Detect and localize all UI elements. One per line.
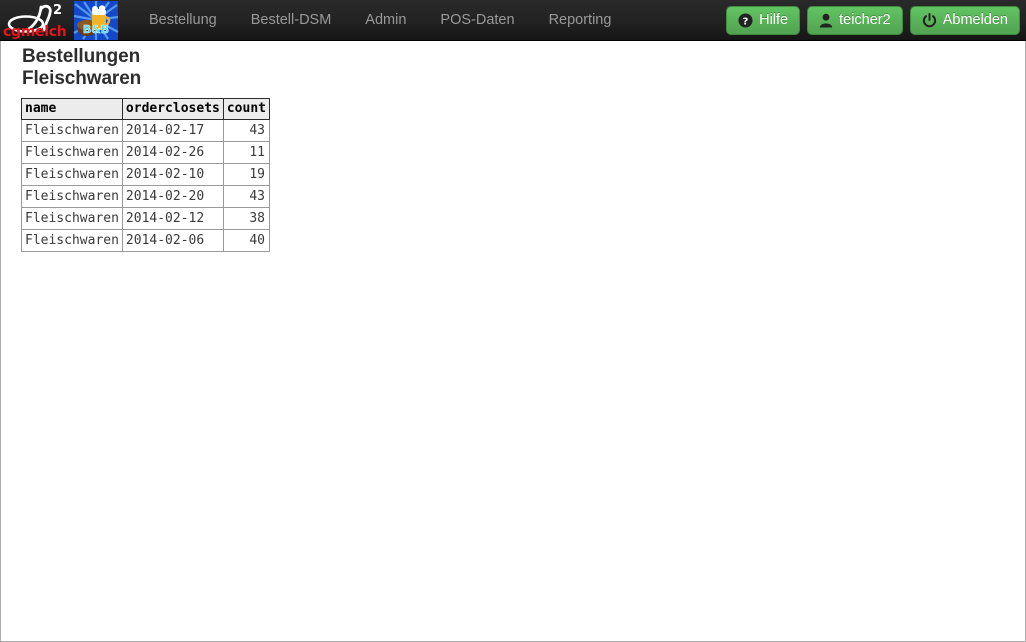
question-circle-icon: ?: [738, 12, 753, 28]
help-button[interactable]: ? Hilfe: [726, 5, 801, 35]
table-row: Fleischwaren 2014-02-10 19: [21, 163, 270, 186]
table-row: Fleischwaren 2014-02-20 43: [21, 185, 270, 208]
orders-table-body: Fleischwaren 2014-02-17 43 Fleischwaren …: [21, 119, 270, 252]
logout-button-label: Abmelden: [942, 12, 1008, 28]
nav-item-bestellung[interactable]: Bestellung: [132, 0, 234, 41]
cell-name: Fleischwaren: [21, 163, 123, 186]
table-row: Fleischwaren 2014-02-26 11: [21, 141, 270, 164]
cell-count: 11: [222, 141, 270, 164]
user-account-button[interactable]: teicher2: [807, 5, 903, 35]
cell-orderclosets: 2014-02-26: [121, 141, 224, 164]
cell-count: 43: [222, 185, 270, 208]
nav-item-pos-daten[interactable]: POS-Daten: [423, 0, 531, 41]
cell-count: 43: [222, 119, 270, 142]
orders-table: name orderclosets count Fleischwaren 201…: [21, 98, 270, 252]
page-title-line2: Fleischwaren: [22, 68, 142, 89]
cell-orderclosets: 2014-02-12: [121, 207, 224, 230]
help-button-label: Hilfe: [759, 12, 789, 28]
page-title: Bestellungen Fleischwaren: [22, 46, 182, 90]
table-row: Fleischwaren 2014-02-06 40: [21, 229, 270, 252]
nav-item-reporting[interactable]: Reporting: [532, 0, 629, 41]
beer-bb-icon-glyph: B&B: [73, 0, 119, 40]
nav-item-bestell-dsm[interactable]: Bestell-DSM: [234, 0, 349, 41]
cell-name: Fleischwaren: [21, 119, 123, 142]
cell-orderclosets: 2014-02-20: [121, 185, 224, 208]
svg-text:2: 2: [53, 3, 62, 18]
cell-name: Fleischwaren: [21, 141, 123, 164]
top-navigation-bar: 2 cgmelch B&B Bestellung Bestell-DSM Adm…: [0, 0, 1026, 41]
user-account-label: teicher2: [839, 12, 891, 28]
cell-name: Fleischwaren: [21, 229, 123, 252]
column-header-count[interactable]: count: [222, 98, 270, 120]
cell-orderclosets: 2014-02-06: [121, 229, 224, 252]
column-header-orderclosets[interactable]: orderclosets: [121, 98, 224, 120]
nav-menu: Bestellung Bestell-DSM Admin POS-Daten R…: [132, 0, 628, 41]
brand-logo[interactable]: 2 cgmelch: [0, 0, 72, 41]
cell-count: 38: [222, 207, 270, 230]
beer-bb-icon[interactable]: B&B: [72, 0, 120, 41]
table-row: Fleischwaren 2014-02-12 38: [21, 207, 270, 230]
nav-item-admin[interactable]: Admin: [348, 0, 423, 41]
cell-name: Fleischwaren: [21, 207, 123, 230]
brand-logo-text: cgmelch: [3, 23, 67, 40]
cell-orderclosets: 2014-02-17: [121, 119, 224, 142]
logout-button[interactable]: Abmelden: [909, 5, 1020, 35]
column-header-name[interactable]: name: [21, 98, 123, 120]
main-content: Bestellungen Fleischwaren name orderclos…: [0, 41, 1026, 642]
orders-table-head: name orderclosets count: [21, 98, 270, 120]
power-icon: [922, 12, 936, 27]
user-icon: [819, 13, 833, 27]
cell-orderclosets: 2014-02-10: [121, 163, 224, 186]
table-header-row: name orderclosets count: [21, 98, 270, 120]
svg-text:?: ?: [743, 16, 749, 27]
bb-label: B&B: [83, 23, 109, 36]
cell-count: 40: [222, 229, 270, 252]
nav-actions: ? Hilfe teicher2 Abmelden: [726, 5, 1026, 35]
cell-name: Fleischwaren: [21, 185, 123, 208]
cell-count: 19: [222, 163, 270, 186]
page-title-line1: Bestellungen: [22, 46, 141, 67]
table-row: Fleischwaren 2014-02-17 43: [21, 119, 270, 142]
